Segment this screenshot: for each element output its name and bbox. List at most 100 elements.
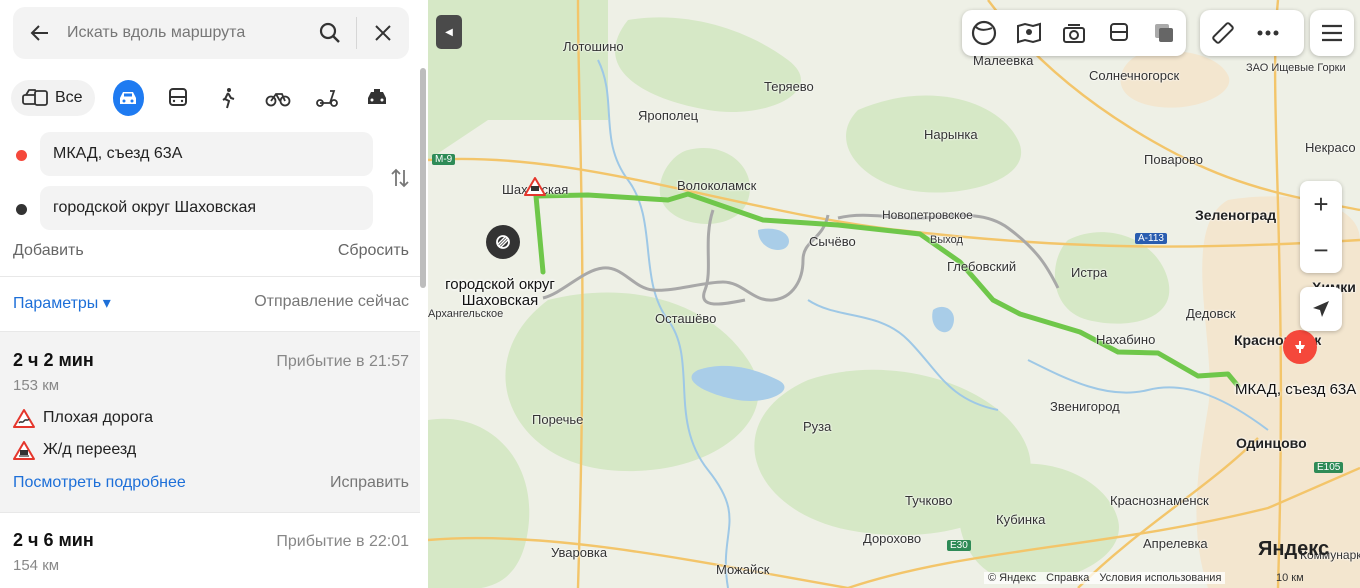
road-shield: M-9 <box>432 154 456 165</box>
mode-bus-button[interactable] <box>162 80 194 116</box>
place-label: Истра <box>1071 265 1108 280</box>
photo-button[interactable] <box>1052 10 1097 56</box>
details-link[interactable]: Посмотреть подробнее <box>13 474 186 492</box>
map-scale: 10 км <box>1276 572 1304 584</box>
place-label: Выход <box>930 234 963 246</box>
swap-icon[interactable] <box>388 166 412 190</box>
divider <box>0 276 420 277</box>
reset-button[interactable]: Сбросить <box>338 242 409 260</box>
walk-icon <box>222 88 235 109</box>
back-button[interactable] <box>13 7 67 59</box>
departure-selector[interactable]: Отправление сейчас <box>254 293 409 313</box>
route-start-marker[interactable] <box>486 225 520 259</box>
place-label: Тучково <box>905 493 953 508</box>
mode-walk-button[interactable] <box>212 80 244 116</box>
mode-scooter-button[interactable] <box>312 80 344 116</box>
mode-car-button[interactable] <box>112 80 145 116</box>
menu-icon <box>1322 24 1342 42</box>
route-search-bar[interactable]: Искать вдоль маршрута <box>13 7 409 59</box>
close-button[interactable] <box>357 7 409 59</box>
place-label: Глебовский <box>947 259 1017 274</box>
arrow-left-icon <box>30 25 48 41</box>
from-field[interactable]: МКАД, съезд 63А <box>40 132 373 176</box>
start-dot <box>16 150 27 161</box>
transit-layer-button[interactable] <box>1096 10 1141 56</box>
place-label: Кубинка <box>996 512 1046 527</box>
warning-bad-road: Плохая дорога <box>13 408 409 428</box>
end-dot <box>16 204 27 215</box>
route-option-1[interactable]: 2 ч 2 мин Прибытие в 21:57 153 км Плохая… <box>0 332 420 512</box>
route-duration: 2 ч 2 мин <box>13 350 94 370</box>
copyright: © Яндекс <box>988 572 1037 584</box>
search-button[interactable] <box>304 7 356 59</box>
ruler-button[interactable] <box>1200 10 1245 56</box>
bad-road-warning-icon <box>13 409 35 428</box>
route-panel: Искать вдоль маршрута Все МКАД, съезд 63… <box>0 0 428 588</box>
place-label: Нахабино <box>1096 332 1156 347</box>
route-links: Посмотреть подробнее Исправить <box>13 474 409 492</box>
route-end-marker[interactable] <box>1283 330 1317 364</box>
place-label: Новопетровское <box>882 208 973 222</box>
to-field[interactable]: городской округ Шаховская <box>40 186 373 230</box>
map-footer: © Яндекс Справка Условия использования <box>984 572 1226 584</box>
place-label: Ярополец <box>638 108 699 123</box>
warning-text: Плохая дорога <box>43 409 153 426</box>
warning-rail-crossing: Ж/д переезд <box>13 440 409 460</box>
panel-scrollbar[interactable] <box>420 68 426 288</box>
locate-me-button[interactable] <box>1300 287 1342 331</box>
add-point-button[interactable]: Добавить <box>13 242 84 260</box>
map-view[interactable]: M-9 A-113 E30 E105 Лотошино Теряево Мале… <box>428 0 1360 588</box>
terms-link[interactable]: Условия использования <box>1099 572 1221 584</box>
help-link[interactable]: Справка <box>1046 572 1089 584</box>
route-end-label: МКАД, съезд 63А <box>1235 381 1357 398</box>
mode-bike-button[interactable] <box>262 80 294 116</box>
map-tools-toolbar <box>1200 10 1304 56</box>
road-shield: E30 <box>947 540 971 551</box>
menu-button[interactable] <box>1310 10 1354 56</box>
route-start-label: городской округ Шаховская <box>445 276 555 309</box>
camera-icon <box>1062 24 1085 43</box>
place-label: Поречье <box>532 412 584 427</box>
points-actions: Добавить Сбросить <box>13 242 409 260</box>
place-label: Лотошино <box>563 39 624 54</box>
car-bus-icon <box>22 89 48 106</box>
route-duration: 2 ч 6 мин <box>13 530 94 550</box>
params-dropdown[interactable]: Параметры ▾ <box>13 293 111 313</box>
route-option-2[interactable]: 2 ч 6 мин Прибытие в 22:01 154 км <box>0 513 420 588</box>
transport-modes: Все <box>11 80 411 116</box>
map-book-icon <box>1017 22 1042 44</box>
flag-icon <box>496 235 510 249</box>
place-label: Дедовск <box>1186 306 1236 321</box>
panorama-button[interactable] <box>1007 10 1052 56</box>
place-label: Поварово <box>1144 152 1204 167</box>
taxi-icon <box>368 89 387 104</box>
place-label: Некрасо <box>1305 140 1356 155</box>
route-distance: 154 км <box>13 557 60 574</box>
mode-all-button[interactable]: Все <box>11 80 95 116</box>
zoom-in-button[interactable]: + <box>1300 181 1342 227</box>
close-icon <box>375 25 391 41</box>
car-icon <box>120 92 137 104</box>
place-label: Дорохово <box>863 531 922 546</box>
triangle-left-icon: ◀ <box>445 26 453 38</box>
more-button[interactable] <box>1245 10 1290 56</box>
zoom-out-button[interactable]: − <box>1300 227 1342 273</box>
collapse-panel-button[interactable]: ◀ <box>436 15 462 49</box>
place-label: Апрелевка <box>1143 536 1208 551</box>
traffic-button[interactable] <box>1141 10 1186 56</box>
layers-button[interactable] <box>962 10 1007 56</box>
place-label: Краснознаменск <box>1110 493 1209 508</box>
fix-link[interactable]: Исправить <box>330 474 409 492</box>
road-shield: A-113 <box>1135 233 1167 244</box>
warning-text: Ж/д переезд <box>43 441 137 458</box>
mode-taxi-button[interactable] <box>361 80 393 116</box>
search-icon <box>319 22 340 43</box>
rail-crossing-warning-icon <box>13 441 35 460</box>
place-label: Уваровка <box>551 545 608 560</box>
route-arrival: Прибытие в 21:57 <box>276 353 409 370</box>
place-label: Архангельское <box>428 308 504 320</box>
rail-crossing-warning-icon[interactable] <box>524 176 546 196</box>
location-arrow-icon <box>1313 301 1329 317</box>
search-input[interactable]: Искать вдоль маршрута <box>67 24 304 42</box>
route-distance: 153 км <box>13 377 60 394</box>
